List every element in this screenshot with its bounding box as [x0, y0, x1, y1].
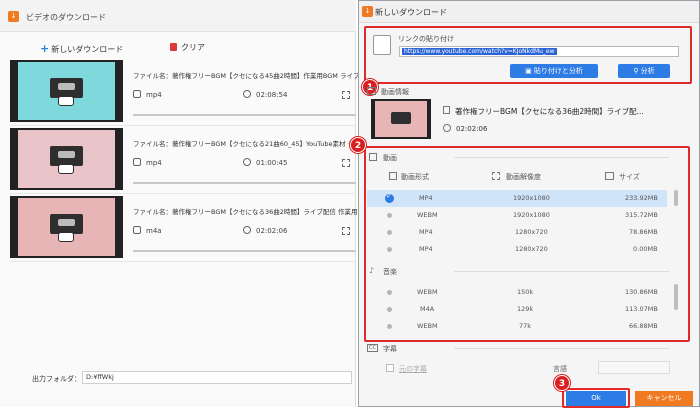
- clipboard-icon: ▣: [525, 67, 534, 75]
- format-info: mp4: [133, 158, 162, 167]
- url-text: https://www.youtube.com/watch?v=KJoNkdMu…: [402, 48, 557, 55]
- paste-analyze-button[interactable]: ▣ 貼り付けと分析: [510, 64, 598, 78]
- list-item[interactable]: ファイル名：著作権フリーBGM【クセになる21曲60_45】YouTube素材 …: [10, 128, 361, 194]
- language-label: 言語: [553, 365, 567, 373]
- audio-format-row[interactable]: M4A 129k 113.07MB: [367, 301, 667, 318]
- main-window: ↓ ビデオのダウンロード + 新しいダウンロード クリア ファイル名：著作権フリー…: [0, 0, 373, 407]
- resolution-icon: [342, 159, 350, 167]
- duration-info: 02:02:06: [243, 226, 287, 235]
- duration-info: 02:08:54: [243, 90, 287, 99]
- progress-bar: [133, 250, 356, 252]
- video-duration: 02:02:06: [456, 125, 488, 133]
- new-download-button[interactable]: + 新しいダウンロード: [40, 42, 123, 55]
- dialog-title: 新しいダウンロード: [375, 8, 447, 17]
- video-section-icon: [369, 153, 377, 161]
- video-section-label: 動画: [383, 154, 397, 162]
- link-file-icon: [373, 35, 391, 55]
- cc-icon: CC: [367, 344, 378, 352]
- search-icon: ⚲: [633, 67, 641, 75]
- subtitle-section-label: 字幕: [383, 345, 397, 353]
- video-format-row[interactable]: MP4 1920x1080 233.92MB: [367, 190, 667, 207]
- video-list-scrollbar[interactable]: [674, 190, 678, 206]
- video-thumbnail: [10, 196, 123, 258]
- list-item[interactable]: ファイル名：著作権フリーBGM【クセになる36曲2時間】ライブ配信 作業用 勉強…: [10, 196, 373, 262]
- clock-icon: [243, 158, 251, 166]
- clear-label: クリア: [181, 43, 205, 52]
- file-name: ファイル名：著作権フリーBGM【クセになる21曲60_45】YouTube素材 …: [133, 140, 361, 148]
- video-file-icon: [443, 106, 450, 114]
- window-title: ビデオのダウンロード: [26, 13, 106, 22]
- clear-button[interactable]: クリア: [170, 42, 205, 53]
- info-icon: [367, 87, 376, 95]
- cancel-button[interactable]: キャンセル: [635, 391, 693, 406]
- language-select[interactable]: [598, 361, 670, 374]
- output-folder-label: 出力フォルダ：: [32, 375, 81, 383]
- radio-icon: [387, 324, 392, 329]
- plus-icon: +: [40, 42, 50, 55]
- dialog-titlebar: ↓ 新しいダウンロード: [359, 1, 699, 23]
- video-format-row[interactable]: MP4 1280x720 0.00MB: [367, 241, 667, 258]
- video-format-row[interactable]: MP4 1280x720 78.86MB: [367, 224, 667, 241]
- original-subtitle-label: 元の字幕: [399, 365, 427, 373]
- url-input[interactable]: https://www.youtube.com/watch?v=KJoNkdMu…: [399, 46, 679, 57]
- down-arrow-icon: ↓: [8, 11, 19, 22]
- resolution-icon: [342, 91, 350, 99]
- clock-icon: [443, 124, 451, 132]
- format-icon: [389, 172, 397, 180]
- analyze-button[interactable]: ⚲ 分析: [618, 64, 670, 78]
- step-badge-2: 2: [350, 137, 366, 153]
- resolution-icon: [342, 227, 350, 235]
- music-note-icon: ♪: [369, 266, 375, 275]
- format-info: m4a: [133, 226, 162, 235]
- folder-icon: [605, 172, 614, 180]
- check-icon: [385, 192, 394, 203]
- trash-icon: [170, 43, 177, 51]
- header-size: サイズ: [619, 173, 640, 181]
- audio-section-label: 音楽: [383, 268, 397, 276]
- audio-list-scrollbar[interactable]: [674, 284, 678, 310]
- radio-icon: [387, 230, 392, 235]
- video-info-label: 動画情報: [381, 88, 409, 96]
- list-item[interactable]: ファイル名：著作権フリーBGM【クセになる45曲2時間】作業用BGM ライブ配信…: [10, 60, 372, 126]
- radio-icon: [387, 213, 392, 218]
- format-table-header: 動画形式 動画解像度 サイズ: [367, 170, 667, 184]
- new-download-label: 新しいダウンロード: [51, 45, 124, 54]
- ok-button[interactable]: Ok: [566, 391, 626, 406]
- audio-format-row[interactable]: WEBM 150k 130.86MB: [367, 284, 667, 301]
- audio-format-row[interactable]: WEBM 77k 66.88MB: [367, 318, 667, 335]
- resolution-icon: [492, 172, 500, 180]
- step-badge-3: 3: [554, 375, 570, 391]
- file-name: ファイル名：著作権フリーBGM【クセになる36曲2時間】ライブ配信 作業用 勉強: [133, 208, 373, 216]
- video-title: 著作権フリーBGM【クセになる36曲2時間】ライブ配...: [455, 107, 644, 116]
- clock-icon: [243, 90, 251, 98]
- output-folder-field[interactable]: D:¥ffWkj: [82, 371, 352, 384]
- radio-icon: [387, 290, 392, 295]
- video-thumbnail: [10, 128, 123, 190]
- info-thumbnail: [371, 99, 431, 139]
- duration-info: 01:00:45: [243, 158, 287, 167]
- new-download-dialog: ↓ 新しいダウンロード リンクの貼り付け https://www.youtube…: [350, 0, 700, 408]
- clock-icon: [243, 226, 251, 234]
- progress-bar: [133, 114, 356, 116]
- format-info: mp4: [133, 90, 162, 99]
- video-thumbnail: [10, 60, 123, 122]
- original-subtitle-checkbox[interactable]: [386, 364, 394, 372]
- radio-icon: [387, 247, 392, 252]
- header-resolution: 動画解像度: [506, 173, 541, 181]
- radio-icon: [387, 307, 392, 312]
- file-name: ファイル名：著作権フリーBGM【クセになる45曲2時間】作業用BGM ライブ配信: [133, 72, 373, 80]
- main-titlebar: ↓ ビデオのダウンロード: [0, 0, 356, 32]
- progress-bar: [133, 182, 356, 184]
- video-file-icon: [133, 158, 141, 166]
- audio-file-icon: [133, 226, 141, 234]
- down-arrow-icon: ↓: [362, 6, 373, 17]
- paste-link-label: リンクの貼り付け: [398, 35, 454, 43]
- video-file-icon: [133, 90, 141, 98]
- video-format-row[interactable]: WEBM 1920x1080 315.72MB: [367, 207, 667, 224]
- header-format: 動画形式: [401, 173, 429, 181]
